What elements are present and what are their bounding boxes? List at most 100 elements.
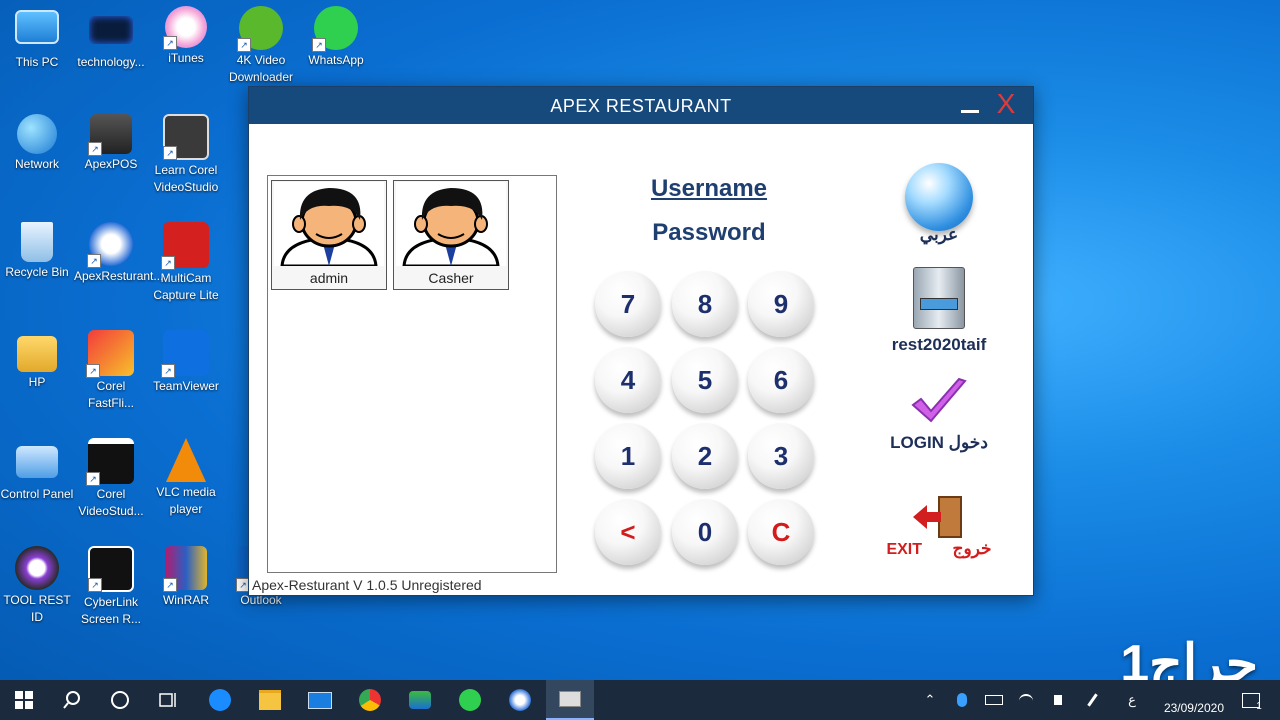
desktop-icon-label: This PC <box>15 55 59 69</box>
desktop-icon-technology[interactable]: technology... <box>74 6 148 71</box>
language-indicator: ع <box>1128 692 1136 707</box>
recycle-bin-icon <box>21 222 53 262</box>
task-view-button[interactable] <box>144 680 192 720</box>
exit-button[interactable]: EXIT خروج <box>869 495 1009 559</box>
user-card-casher[interactable]: Casher <box>393 180 509 290</box>
wifi-tray[interactable] <box>1014 680 1038 720</box>
desktop-icon-label: CyberLink Screen R... <box>80 595 142 626</box>
user-folder-icon <box>17 336 57 372</box>
desktop-icon-teamviewer[interactable]: ↗ TeamViewer <box>149 330 223 395</box>
exit-label-en: EXIT <box>886 541 923 558</box>
clock-date: 23/09/2020 <box>1163 701 1224 715</box>
desktop-icon-apexresturant[interactable]: ↗ ApexResturant... <box>74 222 164 285</box>
videostudio-icon: ↗ <box>86 438 134 486</box>
desktop-icon-learn-corel[interactable]: ↗ Learn Corel VideoStudio <box>149 114 223 196</box>
desktop-icon-this-pc[interactable]: This PC <box>0 6 74 71</box>
desktop-icon-4k-video[interactable]: ↗ 4K Video Downloader <box>224 6 298 86</box>
user-card-admin[interactable]: admin <box>271 180 387 290</box>
desktop-icon-itunes[interactable]: ↗ iTunes <box>149 6 223 67</box>
taskbar-apexpos[interactable] <box>396 680 444 720</box>
user-avatar-icon <box>396 182 506 266</box>
database-button[interactable]: rest2020taif <box>869 267 1009 355</box>
keypad-7-button[interactable]: 7 <box>595 271 661 337</box>
desktop-icon-cyberlink[interactable]: ↗ CyberLink Screen R... <box>74 546 148 628</box>
taskbar-apexresturant[interactable] <box>496 680 544 720</box>
desktop-icon-label: TeamViewer <box>153 379 219 393</box>
desktop-icon-network[interactable]: Network <box>0 114 74 173</box>
username-field[interactable]: Username <box>589 175 829 203</box>
keypad-backspace-button[interactable]: < <box>595 499 661 565</box>
desktop-icon-tool-rest-id[interactable]: TOOL REST ID <box>0 546 74 626</box>
desktop-icon-label: iTunes <box>168 51 204 65</box>
start-button[interactable] <box>0 680 48 720</box>
folder-icon <box>259 690 281 710</box>
desktop-icon-corel-videostudio[interactable]: ↗ Corel VideoStud... <box>74 438 148 520</box>
desktop-icon-label: Recycle Bin <box>5 265 69 279</box>
windows-logo-icon <box>15 691 33 709</box>
bluetooth-tray[interactable] <box>950 680 974 720</box>
close-button[interactable]: X <box>993 89 1019 119</box>
desktop-icon-label: WhatsApp <box>308 53 364 67</box>
keypad-6-button[interactable]: 6 <box>748 347 814 413</box>
desktop-icon-multicam[interactable]: ↗ MultiCam Capture Lite <box>149 222 223 304</box>
login-button[interactable]: LOGIN دخول <box>869 375 1009 453</box>
taskbar-apex-restaurant-window[interactable] <box>546 680 594 720</box>
action-center-button[interactable]: 1 <box>1232 680 1272 720</box>
desktop-icon-control-panel[interactable]: Control Panel <box>0 438 74 503</box>
desktop-icon-winrar[interactable]: ↗ WinRAR <box>149 546 223 609</box>
desktop-icon-label: ApexResturant... <box>74 269 164 283</box>
user-list-panel: admin Casher <box>267 175 557 573</box>
keypad-2-button[interactable]: 2 <box>672 423 738 489</box>
monitor-icon <box>15 10 59 44</box>
user-name-label: admin <box>309 270 349 286</box>
taskbar-file-explorer[interactable] <box>246 680 294 720</box>
keypad-0-button[interactable]: 0 <box>672 499 738 565</box>
keypad-1-button[interactable]: 1 <box>595 423 661 489</box>
window-titlebar[interactable]: APEX RESTAURANT X <box>249 87 1033 124</box>
arabic-language-button[interactable]: عربي <box>869 163 1009 245</box>
desktop-icon-hp[interactable]: HP <box>0 330 74 391</box>
fork-knife-icon: ↗ <box>87 222 133 268</box>
chevron-up-icon: ⌃ <box>924 692 936 707</box>
vlc-cone-icon <box>166 438 206 482</box>
battery-tray[interactable] <box>982 680 1006 720</box>
desktop-icon-apexpos[interactable]: ↗ ApexPOS <box>74 114 148 173</box>
search-button[interactable] <box>48 680 96 720</box>
bluetooth-icon <box>957 693 967 707</box>
password-field[interactable]: Password <box>589 219 829 247</box>
desktop-icon-label: WinRAR <box>162 593 209 607</box>
globe-icon <box>905 163 973 231</box>
mail-icon <box>308 691 332 709</box>
cortana-button[interactable] <box>96 680 144 720</box>
control-panel-icon <box>16 446 58 478</box>
taskbar-edge[interactable] <box>196 680 244 720</box>
taskbar-chrome[interactable] <box>346 680 394 720</box>
volume-tray[interactable] <box>1046 680 1070 720</box>
keypad-8-button[interactable]: 8 <box>672 271 738 337</box>
keypad-clear-button[interactable]: C <box>748 499 814 565</box>
keypad-9-button[interactable]: 9 <box>748 271 814 337</box>
show-hidden-icons-button[interactable]: ⌃ <box>918 680 942 720</box>
desktop-icon-vlc[interactable]: VLC media player <box>149 438 223 518</box>
minimize-button[interactable] <box>959 93 981 115</box>
desktop-icon-label: VLC media player <box>156 485 216 516</box>
keypad-4-button[interactable]: 4 <box>595 347 661 413</box>
window-title: APEX RESTAURANT <box>550 96 732 116</box>
desktop-icon-corel-fastflick[interactable]: ↗ Corel FastFli... <box>74 330 148 412</box>
desktop-icon-whatsapp[interactable]: ↗ WhatsApp <box>299 6 373 69</box>
teamviewer-icon: ↗ <box>161 330 209 378</box>
taskbar-clock[interactable]: 23/09/2020 <box>1164 684 1224 716</box>
battery-icon <box>985 695 1003 705</box>
pen-tray[interactable] <box>1080 680 1104 720</box>
desktop-icon-label: TOOL REST ID <box>3 593 71 624</box>
keypad-5-button[interactable]: 5 <box>672 347 738 413</box>
keypad-3-button[interactable]: 3 <box>748 423 814 489</box>
taskbar-mail[interactable] <box>296 680 344 720</box>
taskbar: ⌃ ع 23/09/2020 1 <box>0 680 1280 720</box>
taskbar-whatsapp[interactable] <box>446 680 494 720</box>
winrar-icon: ↗ <box>163 546 207 592</box>
training-icon: ↗ <box>163 114 209 160</box>
desktop-icon-recycle-bin[interactable]: Recycle Bin <box>0 222 74 281</box>
user-avatar-icon <box>274 182 384 266</box>
language-tray[interactable]: ع <box>1120 680 1144 720</box>
